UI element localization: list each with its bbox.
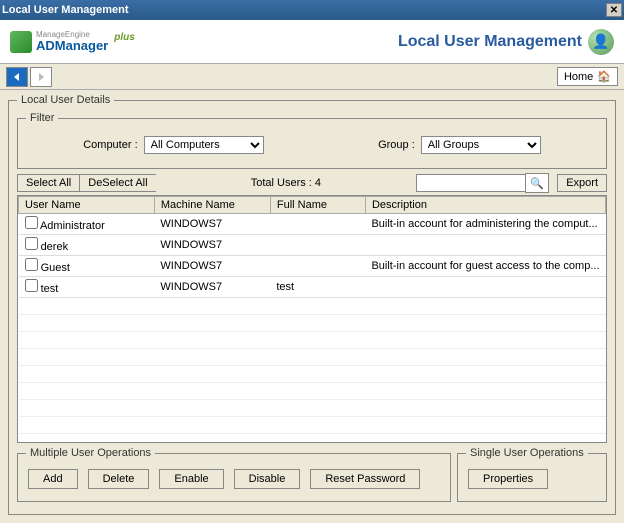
cell-desc: Built-in account for guest access to the…: [365, 256, 605, 277]
disable-button[interactable]: Disable: [234, 469, 301, 489]
logo-plus: plus: [114, 32, 135, 43]
navbar: Home 🏠: [0, 64, 624, 90]
back-button[interactable]: [6, 67, 28, 87]
cell-machine: WINDOWS7: [154, 256, 270, 277]
multi-user-ops: Multiple User Operations Add Delete Enab…: [17, 447, 451, 502]
forward-button[interactable]: [30, 67, 52, 87]
table-row[interactable]: Administrator WINDOWS7 Built-in account fo…: [19, 214, 606, 235]
table-row-empty: [19, 332, 606, 349]
row-checkbox[interactable]: [25, 258, 38, 271]
cell-desc: [365, 277, 605, 298]
export-button[interactable]: Export: [557, 174, 607, 192]
col-full[interactable]: Full Name: [270, 197, 365, 214]
row-checkbox[interactable]: [25, 279, 38, 292]
cell-user: derek: [41, 241, 69, 253]
computer-select[interactable]: All Computers: [144, 136, 264, 154]
table-row-empty: [19, 349, 606, 366]
home-button[interactable]: Home 🏠: [557, 67, 618, 86]
search-icon: 🔍: [530, 177, 544, 190]
page-title-wrap: Local User Management: [398, 29, 614, 55]
table-row-empty: [19, 298, 606, 315]
search-input[interactable]: [416, 174, 526, 192]
window-title: Local User Management: [2, 4, 129, 16]
table-row[interactable]: Guest WINDOWS7 Built-in account for guest …: [19, 256, 606, 277]
details-legend: Local User Details: [17, 94, 114, 106]
cell-desc: [365, 235, 605, 256]
table-row-empty: [19, 383, 606, 400]
search-button[interactable]: 🔍: [525, 173, 549, 193]
select-all-button[interactable]: Select All: [17, 174, 79, 192]
cell-full: test: [270, 277, 365, 298]
properties-button[interactable]: Properties: [468, 469, 548, 489]
col-user[interactable]: User Name: [19, 197, 155, 214]
cell-machine: WINDOWS7: [154, 277, 270, 298]
header: ManageEngine ADManager plus Local User M…: [0, 20, 624, 64]
user-table: User Name Machine Name Full Name Descrip…: [18, 196, 606, 443]
filter-legend: Filter: [26, 112, 58, 124]
home-label: Home: [564, 71, 593, 83]
table-row-empty: [19, 400, 606, 417]
col-machine[interactable]: Machine Name: [154, 197, 270, 214]
home-icon: 🏠: [597, 70, 611, 83]
logo-icon: [10, 31, 32, 53]
deselect-all-button[interactable]: DeSelect All: [79, 174, 155, 192]
page-title: Local User Management: [398, 33, 582, 51]
total-users-label: Total Users : 4: [156, 177, 417, 189]
group-select[interactable]: All Groups: [421, 136, 541, 154]
arrow-right-icon: [36, 72, 46, 82]
cell-full: [270, 214, 365, 235]
cell-machine: WINDOWS7: [154, 214, 270, 235]
user-avatar-icon: [588, 29, 614, 55]
cell-full: [270, 235, 365, 256]
row-checkbox[interactable]: [25, 216, 38, 229]
cell-user: Guest: [41, 262, 70, 274]
cell-desc: Built-in account for administering the c…: [365, 214, 605, 235]
arrow-left-icon: [12, 72, 22, 82]
filter-group: Filter Computer : All Computers Group : …: [17, 112, 607, 169]
toolbar: Select All DeSelect All Total Users : 4 …: [17, 173, 607, 193]
local-user-details: Local User Details Filter Computer : All…: [8, 94, 616, 515]
table-row-empty: [19, 315, 606, 332]
reset-password-button[interactable]: Reset Password: [310, 469, 420, 489]
close-icon[interactable]: ✕: [606, 3, 622, 17]
enable-button[interactable]: Enable: [159, 469, 223, 489]
cell-machine: WINDOWS7: [154, 235, 270, 256]
user-table-wrap: User Name Machine Name Full Name Descrip…: [17, 195, 607, 443]
multi-ops-legend: Multiple User Operations: [26, 447, 155, 459]
single-user-ops: Single User Operations Properties: [457, 447, 607, 502]
table-row-empty: [19, 417, 606, 434]
table-row-empty: [19, 434, 606, 444]
cell-user: test: [41, 283, 59, 295]
row-checkbox[interactable]: [25, 237, 38, 250]
computer-label: Computer :: [83, 139, 137, 151]
titlebar: Local User Management ✕: [0, 0, 624, 20]
cell-user: Administrator: [40, 220, 105, 232]
table-row[interactable]: testWINDOWS7test: [19, 277, 606, 298]
col-desc[interactable]: Description: [365, 197, 605, 214]
add-button[interactable]: Add: [28, 469, 78, 489]
delete-button[interactable]: Delete: [88, 469, 150, 489]
logo: ManageEngine ADManager plus: [10, 31, 135, 53]
logo-line2: ADManager: [36, 39, 108, 52]
table-row-empty: [19, 366, 606, 383]
group-label: Group :: [378, 139, 415, 151]
single-ops-legend: Single User Operations: [466, 447, 588, 459]
table-row[interactable]: derek WINDOWS7: [19, 235, 606, 256]
cell-full: [270, 256, 365, 277]
